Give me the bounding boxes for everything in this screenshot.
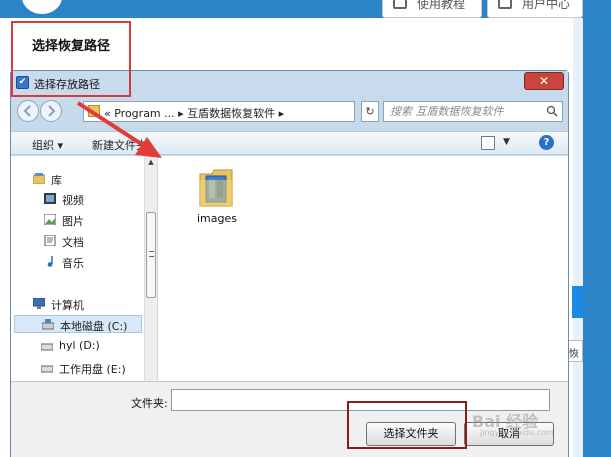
computer-icon: [33, 298, 45, 309]
picture-icon: [44, 214, 56, 225]
nav-item-computer[interactable]: 计算机: [11, 295, 144, 313]
address-bar[interactable]: « Program ... ▸ 互盾数据恢复软件 ▸: [83, 101, 355, 122]
nav-item-drive-d[interactable]: hyl (D:): [11, 337, 144, 355]
nav-item-videos[interactable]: 视频: [11, 190, 144, 208]
tutorial-button[interactable]: 使用教程: [382, 0, 482, 18]
right-panel: [573, 18, 583, 457]
nav-item-documents[interactable]: 文档: [11, 232, 144, 250]
right-restore-label: 恢复: [569, 349, 579, 360]
grip-icon: [149, 251, 154, 257]
new-folder-button[interactable]: 新建文件夹: [92, 137, 147, 153]
user-icon: [498, 0, 512, 9]
user-center-button[interactable]: 用户中心: [487, 0, 583, 18]
address-prefix: «: [104, 107, 111, 120]
address-path: « Program ... ▸ 互盾数据恢复软件 ▸: [104, 105, 284, 121]
nav-item-music[interactable]: 音乐: [11, 253, 144, 271]
folder-icon: [199, 169, 233, 207]
refresh-icon: ↻: [365, 105, 375, 118]
drive-c-icon: [42, 319, 54, 330]
search-icon[interactable]: [546, 105, 558, 117]
navigation-pane: 库 视频 图片 文档 音乐 计算机 本地磁盘 (C:) hyl (D:) 工作用…: [11, 156, 144, 381]
close-button[interactable]: ✕: [524, 72, 564, 90]
address-separator-end[interactable]: ▸: [279, 107, 285, 120]
annotation-box-title: [11, 21, 131, 97]
nav-item-local-disk-label: 本地磁盘 (C:): [60, 320, 128, 333]
scroll-up-icon[interactable]: ▲: [145, 156, 157, 169]
scrollbar-thumb[interactable]: [146, 212, 156, 298]
forward-arrow-icon: [48, 105, 56, 117]
nav-item-pictures-label: 图片: [62, 215, 84, 228]
toolbar: 组织 ▾ 新建文件夹 ▼ ?: [11, 131, 568, 155]
view-options-icon[interactable]: [481, 136, 495, 150]
back-arrow-icon: [23, 105, 31, 117]
annotation-box-select-button: [347, 401, 467, 449]
nav-item-videos-label: 视频: [62, 194, 84, 207]
nav-item-library-label: 库: [51, 174, 62, 187]
right-strip: [583, 18, 611, 457]
drive-d-icon: [41, 343, 53, 351]
file-list-pane: images: [158, 156, 568, 381]
drive-e-icon: [41, 365, 53, 373]
back-button[interactable]: [17, 100, 39, 122]
forward-button[interactable]: [40, 100, 62, 122]
nav-item-drive-d-label: hyl (D:): [59, 339, 100, 352]
nav-item-drive-e-label: 工作用盘 (E:): [59, 363, 126, 376]
save-path-dialog: ✔ 选择存放路径 ✕ « Program ... ▸ 互盾数据恢复软件 ▸ ↻: [10, 70, 569, 457]
book-icon: [393, 0, 407, 9]
watermark-url: jingyan.baidu.com: [480, 428, 554, 437]
folder-item-images[interactable]: images: [186, 164, 248, 230]
nav-item-music-label: 音乐: [62, 257, 84, 270]
user-center-button-label: 用户中心: [522, 0, 571, 11]
navigation-bar: « Program ... ▸ 互盾数据恢复软件 ▸ ↻: [11, 97, 568, 127]
library-icon: [33, 173, 45, 184]
folder-item-images-label: images: [197, 212, 237, 225]
help-icon[interactable]: ?: [539, 135, 554, 150]
nav-item-library[interactable]: 库: [11, 170, 144, 188]
nav-item-drive-e[interactable]: 工作用盘 (E:): [11, 359, 144, 377]
search-box[interactable]: [383, 101, 563, 122]
video-icon: [44, 193, 56, 204]
nav-item-computer-label: 计算机: [51, 299, 84, 312]
address-segment-2[interactable]: 互盾数据恢复软件: [187, 107, 275, 120]
nav-item-documents-label: 文档: [62, 236, 84, 249]
view-dropdown-arrow-icon[interactable]: ▼: [503, 137, 510, 147]
address-segment-1[interactable]: Program ...: [114, 107, 174, 120]
nav-item-local-disk-c[interactable]: 本地磁盘 (C:): [14, 315, 142, 333]
right-blue-button[interactable]: [572, 286, 583, 318]
organize-menu[interactable]: 组织 ▾: [32, 137, 63, 153]
search-input[interactable]: [390, 105, 540, 118]
address-separator[interactable]: ▸: [178, 107, 184, 120]
document-icon: [44, 235, 56, 246]
music-icon: [47, 256, 53, 267]
refresh-button[interactable]: ↻: [361, 101, 379, 122]
folder-field-label: 文件夹:: [131, 397, 168, 410]
nav-scrollbar[interactable]: ▲: [144, 156, 157, 381]
folder-icon: [88, 105, 100, 117]
nav-item-pictures[interactable]: 图片: [11, 211, 144, 229]
tutorial-button-label: 使用教程: [417, 0, 466, 11]
